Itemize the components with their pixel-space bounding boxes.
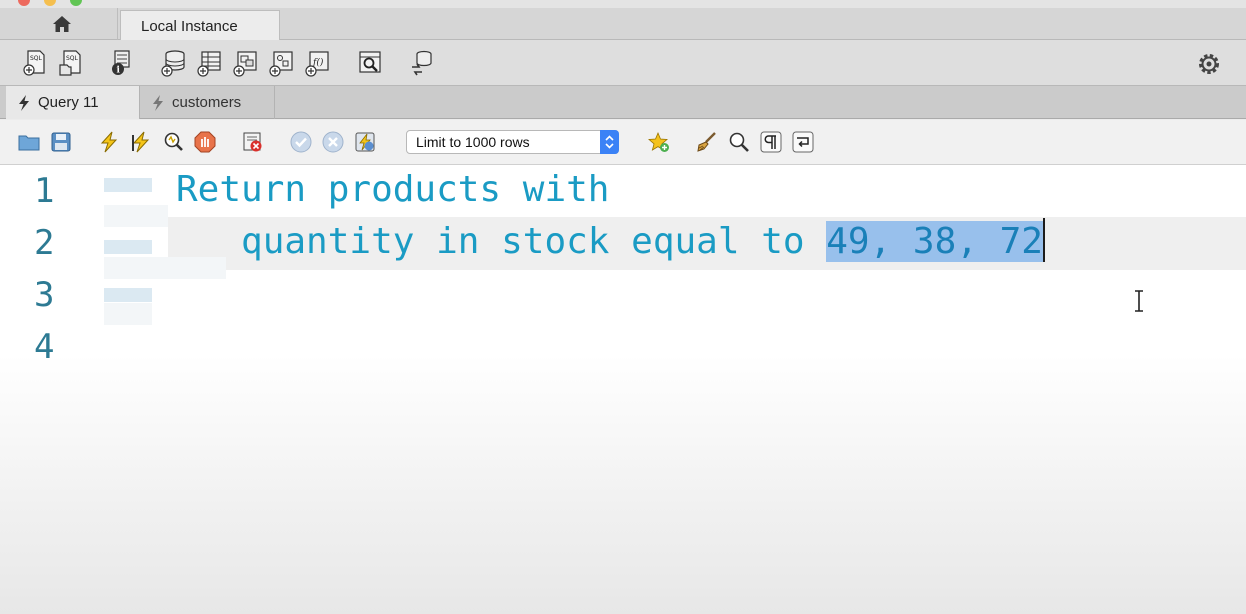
selected-text: 49, 38, 72 <box>826 221 1043 262</box>
create-view-icon[interactable] <box>232 49 258 77</box>
gutter-marker <box>104 178 152 192</box>
gear-icon[interactable] <box>1196 50 1222 78</box>
zoom-window-button[interactable] <box>70 0 82 6</box>
line-number: 3 <box>34 275 55 315</box>
stop-icon[interactable] <box>194 131 216 153</box>
execute-icon[interactable] <box>98 131 120 153</box>
rollback-icon[interactable] <box>322 131 344 153</box>
main-toolbar: SQL SQL i f() <box>0 40 1246 86</box>
tab-query-11[interactable]: Query 11 <box>6 86 140 119</box>
line-number: 1 <box>34 171 55 211</box>
server-info-icon[interactable]: i <box>108 49 134 77</box>
create-procedure-icon[interactable] <box>268 49 294 77</box>
home-icon <box>52 16 71 32</box>
chevron-up-down-icon <box>605 135 614 149</box>
beautify-icon[interactable] <box>696 131 718 153</box>
home-tab[interactable] <box>6 8 118 40</box>
favorite-snippet-icon[interactable] <box>648 131 670 153</box>
gutter-marker <box>104 240 152 254</box>
line-number: 2 <box>34 223 55 263</box>
lightning-icon <box>153 94 163 111</box>
create-function-icon[interactable]: f() <box>304 49 330 77</box>
create-table-icon[interactable] <box>196 49 222 77</box>
autocommit-icon[interactable] <box>354 131 376 153</box>
query-tab-bar: Query 11 customers <box>0 86 1246 119</box>
find-icon[interactable] <box>728 131 750 153</box>
save-icon[interactable] <box>50 131 72 153</box>
tab-customers[interactable]: customers <box>140 86 275 119</box>
line-number: 4 <box>34 327 55 367</box>
toggle-error-icon[interactable] <box>242 131 264 153</box>
lightning-icon <box>19 94 29 111</box>
close-window-button[interactable] <box>18 0 30 6</box>
local-instance-tab[interactable]: Local Instance <box>120 10 280 41</box>
code-line-2[interactable]: quantity in stock equal to 49, 38, 72 <box>176 218 1045 262</box>
text-caret <box>1042 218 1045 262</box>
wrap-lines-icon[interactable] <box>792 131 814 153</box>
tab-label: customers <box>172 94 242 111</box>
svg-text:SQL: SQL <box>66 55 79 62</box>
ibeam-cursor-icon <box>1135 290 1143 312</box>
explain-icon[interactable] <box>162 131 184 153</box>
commit-icon[interactable] <box>290 131 312 153</box>
search-table-data-icon[interactable] <box>357 49 383 77</box>
window-title-bar <box>0 0 1246 8</box>
sql-editor[interactable]: 1 2 3 4 Return products with quantity in… <box>0 165 1246 614</box>
new-sql-tab-icon[interactable]: SQL <box>22 49 48 77</box>
minimize-window-button[interactable] <box>44 0 56 6</box>
svg-text:SQL: SQL <box>30 55 43 62</box>
gutter-marker <box>104 205 168 227</box>
open-sql-script-icon[interactable]: SQL <box>58 49 84 77</box>
tab-label: Query 11 <box>38 94 99 111</box>
limit-rows-select[interactable]: Limit to 1000 rows <box>406 130 619 154</box>
invisible-chars-icon[interactable] <box>760 131 782 153</box>
limit-rows-value: Limit to 1000 rows <box>416 134 530 150</box>
editor-toolbar: Limit to 1000 rows <box>0 120 1246 165</box>
select-stepper[interactable] <box>600 130 619 154</box>
code-text: quantity in stock equal to <box>176 221 827 262</box>
svg-text:i: i <box>117 66 121 76</box>
connection-tab-bar: Local Instance <box>0 8 1246 41</box>
open-folder-icon[interactable] <box>18 131 40 153</box>
code-line-1[interactable]: Return products with <box>176 169 609 210</box>
execute-current-icon[interactable] <box>130 131 152 153</box>
gutter-marker <box>104 303 152 325</box>
create-schema-icon[interactable] <box>160 49 186 77</box>
reconnect-icon[interactable] <box>409 49 435 77</box>
gutter-marker <box>104 288 152 302</box>
connection-tab-label: Local Instance <box>141 17 238 35</box>
